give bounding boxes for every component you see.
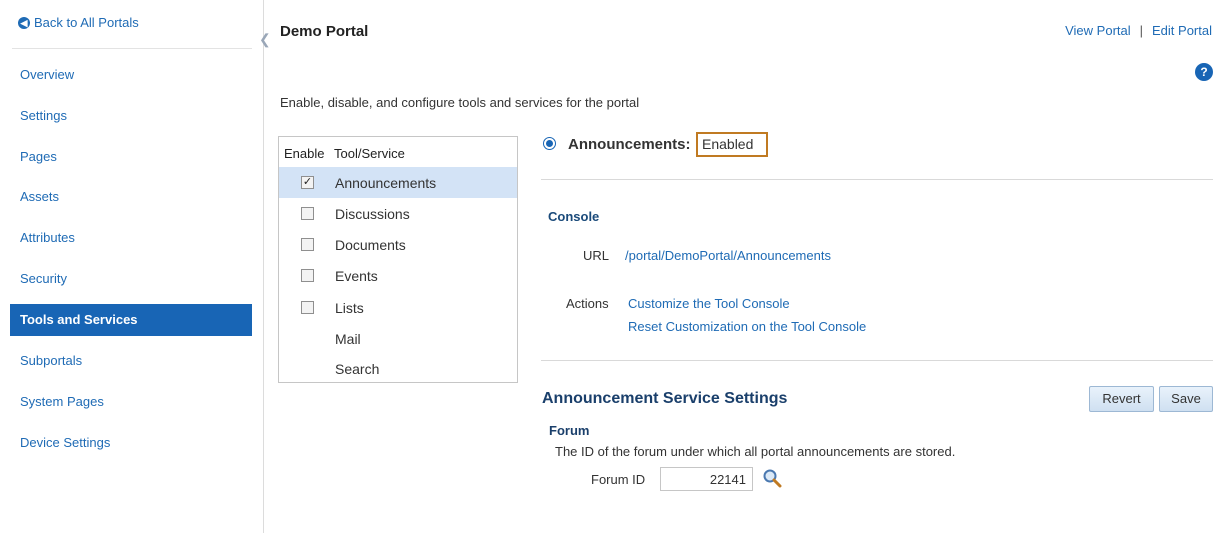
intro-text: Enable, disable, and configure tools and… bbox=[280, 95, 640, 110]
sidebar-item-label: Attributes bbox=[20, 230, 75, 245]
forum-description: The ID of the forum under which all port… bbox=[555, 444, 956, 459]
forum-heading: Forum bbox=[549, 423, 590, 438]
portal-links: View Portal | Edit Portal bbox=[1065, 23, 1212, 38]
sidebar-item-system-pages[interactable]: System Pages bbox=[10, 386, 252, 418]
tool-name: Search bbox=[335, 361, 380, 377]
sidebar-item-subportals[interactable]: Subportals bbox=[10, 345, 252, 377]
table-header: Enable Tool/Service bbox=[279, 141, 517, 163]
table-row-announcements[interactable]: ✓ Announcements bbox=[279, 167, 517, 198]
forum-id-input[interactable] bbox=[660, 467, 753, 491]
sidebar-item-attributes[interactable]: Attributes bbox=[10, 222, 252, 254]
revert-button[interactable]: Revert bbox=[1089, 386, 1154, 412]
sidebar-item-device-settings[interactable]: Device Settings bbox=[10, 427, 252, 459]
console-url-link[interactable]: /portal/DemoPortal/Announcements bbox=[625, 248, 831, 263]
enable-checkbox[interactable] bbox=[301, 301, 314, 314]
actions-label: Actions bbox=[566, 296, 609, 311]
tool-name: Announcements bbox=[335, 175, 437, 191]
back-arrow-icon: ◀ bbox=[18, 16, 30, 29]
table-row-search[interactable]: Search bbox=[279, 353, 517, 384]
sidebar-item-label: Settings bbox=[20, 108, 67, 123]
tool-name: Mail bbox=[335, 331, 361, 347]
column-header-enable: Enable bbox=[284, 146, 325, 161]
sidebar-item-pages[interactable]: Pages bbox=[10, 141, 252, 173]
tool-service-table: Enable Tool/Service ✓ Announcements Disc… bbox=[278, 136, 518, 383]
sidebar-item-label: Assets bbox=[20, 189, 60, 204]
sidebar-item-label: Subportals bbox=[20, 353, 83, 368]
tool-name: Events bbox=[335, 268, 378, 284]
reset-customization-link[interactable]: Reset Customization on the Tool Console bbox=[628, 319, 866, 334]
divider bbox=[541, 179, 1213, 180]
sidebar-item-label: Security bbox=[20, 271, 67, 286]
divider bbox=[541, 360, 1213, 361]
sidebar-item-security[interactable]: Security bbox=[10, 263, 252, 295]
console-heading: Console bbox=[548, 209, 600, 224]
tool-name: Documents bbox=[335, 237, 406, 253]
sidebar-item-assets[interactable]: Assets bbox=[10, 181, 252, 213]
sidebar-item-tools-and-services[interactable]: Tools and Services bbox=[10, 304, 252, 336]
table-row-lists[interactable]: Lists bbox=[279, 292, 517, 323]
tool-name: Discussions bbox=[335, 206, 410, 222]
sidebar-item-label: System Pages bbox=[20, 394, 104, 409]
url-label: URL bbox=[583, 248, 610, 263]
back-link-label: Back to All Portals bbox=[34, 15, 139, 30]
service-title: Announcements: bbox=[568, 136, 691, 153]
sidebar-item-label: Device Settings bbox=[20, 435, 111, 450]
search-icon[interactable] bbox=[762, 468, 782, 488]
sidebar-item-label: Pages bbox=[20, 149, 57, 164]
forum-id-label: Forum ID bbox=[591, 472, 646, 487]
sidebar-item-settings[interactable]: Settings bbox=[10, 100, 252, 132]
sidebar: ◀ Back to All Portals Overview Settings … bbox=[0, 0, 264, 533]
service-radio[interactable] bbox=[543, 137, 556, 150]
sidebar-item-label: Tools and Services bbox=[20, 312, 138, 327]
help-icon[interactable]: ? bbox=[1195, 63, 1213, 81]
collapse-chevron-icon[interactable]: ❮ bbox=[259, 31, 271, 48]
sidebar-item-label: Overview bbox=[20, 67, 75, 82]
enable-checkbox[interactable] bbox=[301, 269, 314, 282]
table-row-documents[interactable]: Documents bbox=[279, 229, 517, 260]
enable-checkbox[interactable]: ✓ bbox=[301, 176, 314, 189]
customize-console-link[interactable]: Customize the Tool Console bbox=[628, 296, 790, 311]
view-portal-link[interactable]: View Portal bbox=[1065, 23, 1131, 38]
page-title: Demo Portal bbox=[280, 23, 369, 40]
sidebar-divider bbox=[12, 48, 252, 49]
tool-name: Lists bbox=[335, 300, 364, 316]
sidebar-item-overview[interactable]: Overview bbox=[10, 59, 252, 91]
table-row-mail[interactable]: Mail bbox=[279, 323, 517, 354]
table-row-events[interactable]: Events bbox=[279, 260, 517, 291]
settings-heading: Announcement Service Settings bbox=[542, 390, 788, 407]
column-header-tool-service: Tool/Service bbox=[334, 146, 405, 161]
save-button[interactable]: Save bbox=[1159, 386, 1213, 412]
back-to-portals-link[interactable]: ◀ Back to All Portals bbox=[18, 15, 139, 30]
table-row-discussions[interactable]: Discussions bbox=[279, 198, 517, 229]
enable-checkbox[interactable] bbox=[301, 207, 314, 220]
status-value: Enabled bbox=[696, 132, 768, 157]
edit-portal-link[interactable]: Edit Portal bbox=[1152, 23, 1212, 38]
link-separator: | bbox=[1139, 23, 1144, 38]
enable-checkbox[interactable] bbox=[301, 238, 314, 251]
